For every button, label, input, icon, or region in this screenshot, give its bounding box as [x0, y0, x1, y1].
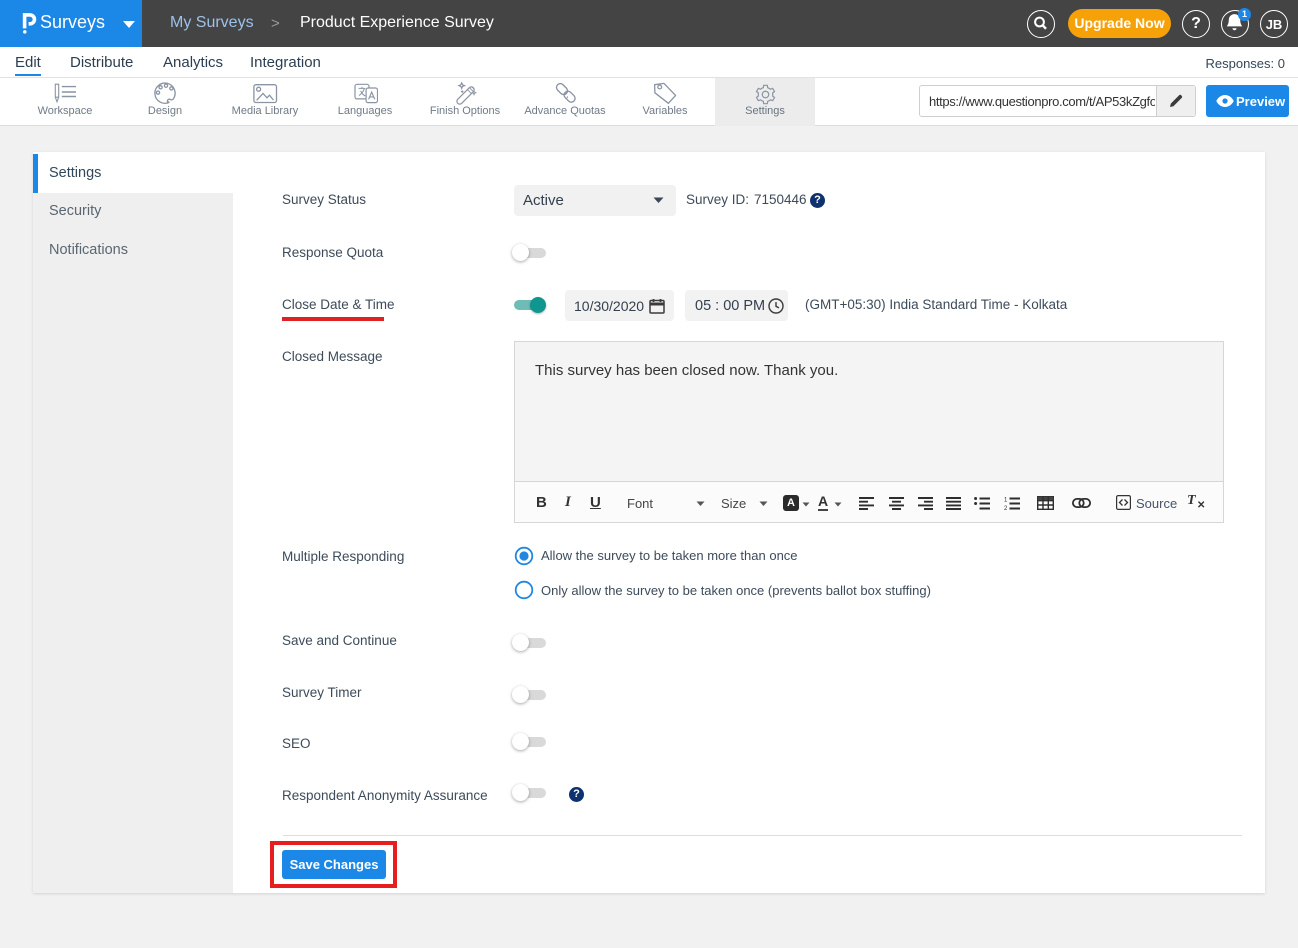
svg-text:2: 2 [1004, 506, 1008, 510]
svg-text:1: 1 [1004, 498, 1008, 504]
